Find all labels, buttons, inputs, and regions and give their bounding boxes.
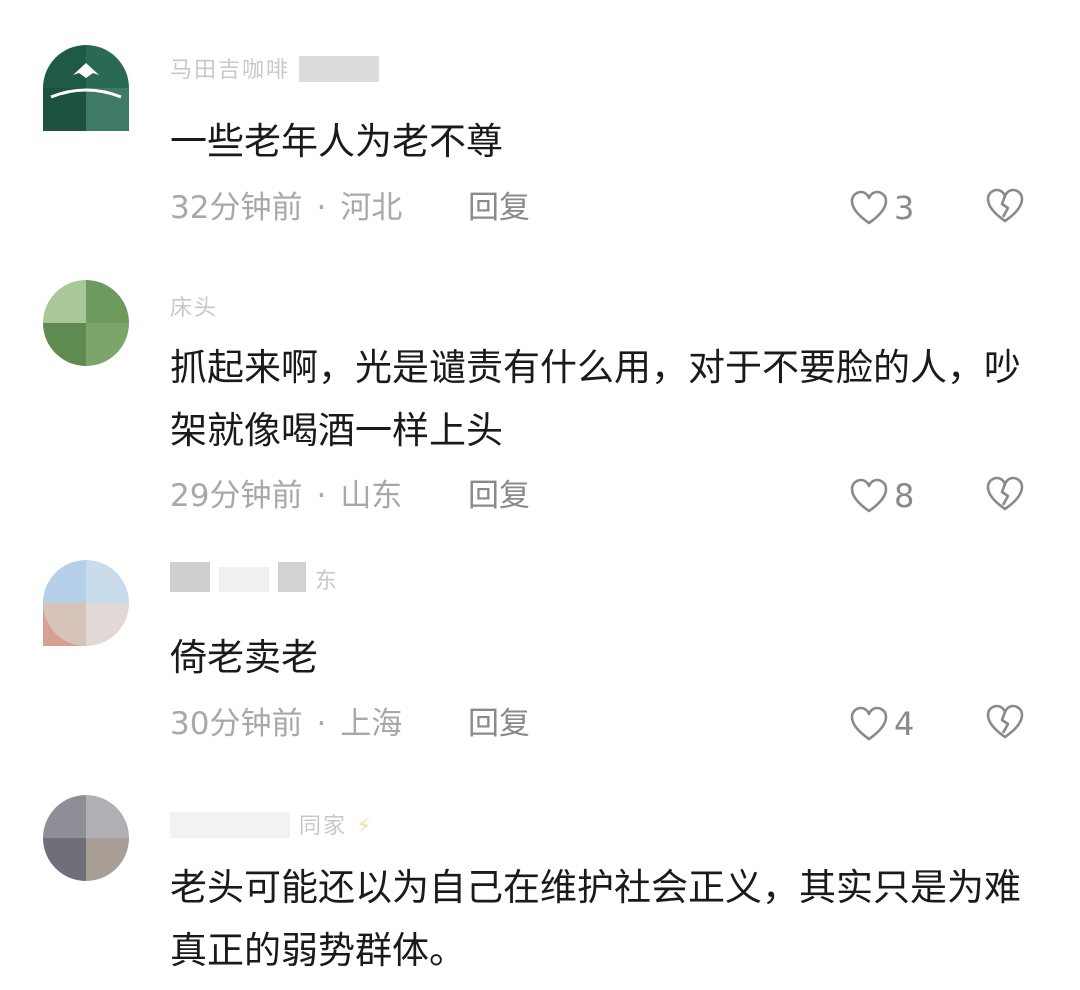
dislike-button[interactable] [986,704,1026,744]
comment-item: 马田吉咖啡 一些老年人为老不尊 32分钟前 · 河北 回复 3 [0,0,1080,260]
heart-outline-icon [850,478,888,513]
comment-meta: 29分钟前 · 山东 [170,476,402,516]
dislike-button[interactable] [986,476,1026,516]
heart-outline-icon [850,190,888,225]
like-button[interactable]: 8 [850,476,914,516]
separator-dot: · [316,706,327,742]
username[interactable]: 床头 [170,290,218,320]
comment-item: 东 倚老卖老 30分钟前 · 上海 回复 4 [0,550,1080,780]
reply-button[interactable]: 回复 [468,188,530,228]
reply-button[interactable]: 回复 [468,704,530,744]
broken-heart-icon [986,188,1024,223]
avatar[interactable] [43,280,129,366]
comment-location: 山东 [340,478,403,514]
like-button[interactable]: 3 [850,188,914,228]
username[interactable]: 同家 ⚡ [170,808,373,838]
like-count: 3 [894,189,915,227]
heart-outline-icon [850,706,888,741]
broken-heart-icon [986,704,1024,739]
lightning-icon: ⚡ [356,814,374,838]
username[interactable]: 马田吉咖啡 [170,52,380,82]
starbucks-logo [50,63,122,99]
username[interactable]: 东 [170,562,339,592]
separator-dot: · [316,190,327,226]
comment-time: 32分钟前 [170,190,303,226]
comment-location: 河北 [340,190,403,226]
comment-meta: 30分钟前 · 上海 [170,704,402,744]
comment-time: 29分钟前 [170,478,303,514]
avatar[interactable] [43,560,129,646]
separator-dot: · [316,478,327,514]
broken-heart-icon [986,476,1024,511]
comment-item: 同家 ⚡ 老头可能还以为自己在维护社会正义，其实只是为难真正的弱势群体。 [0,780,1080,990]
comment-location: 上海 [340,706,403,742]
comment-text: 抓起来啊，光是谴责有什么用，对于不要脸的人，吵架就像喝酒一样上头 [170,346,1021,452]
comment-meta: 32分钟前 · 河北 [170,188,402,228]
comment-time: 30分钟前 [170,706,303,742]
comment-text: 倚老卖老 [170,636,318,679]
comment-text: 一些老年人为老不尊 [170,120,503,163]
comment-text: 老头可能还以为自己在维护社会正义，其实只是为难真正的弱势群体。 [170,866,1021,972]
avatar[interactable] [43,795,129,881]
dislike-button[interactable] [986,188,1026,228]
reply-button[interactable]: 回复 [468,476,530,516]
avatar[interactable] [43,45,129,131]
like-button[interactable]: 4 [850,704,914,744]
like-count: 8 [894,477,915,515]
comment-item: 床头 抓起来啊，光是谴责有什么用，对于不要脸的人，吵架就像喝酒一样上头 29分钟… [0,260,1080,646]
like-count: 4 [894,705,915,743]
